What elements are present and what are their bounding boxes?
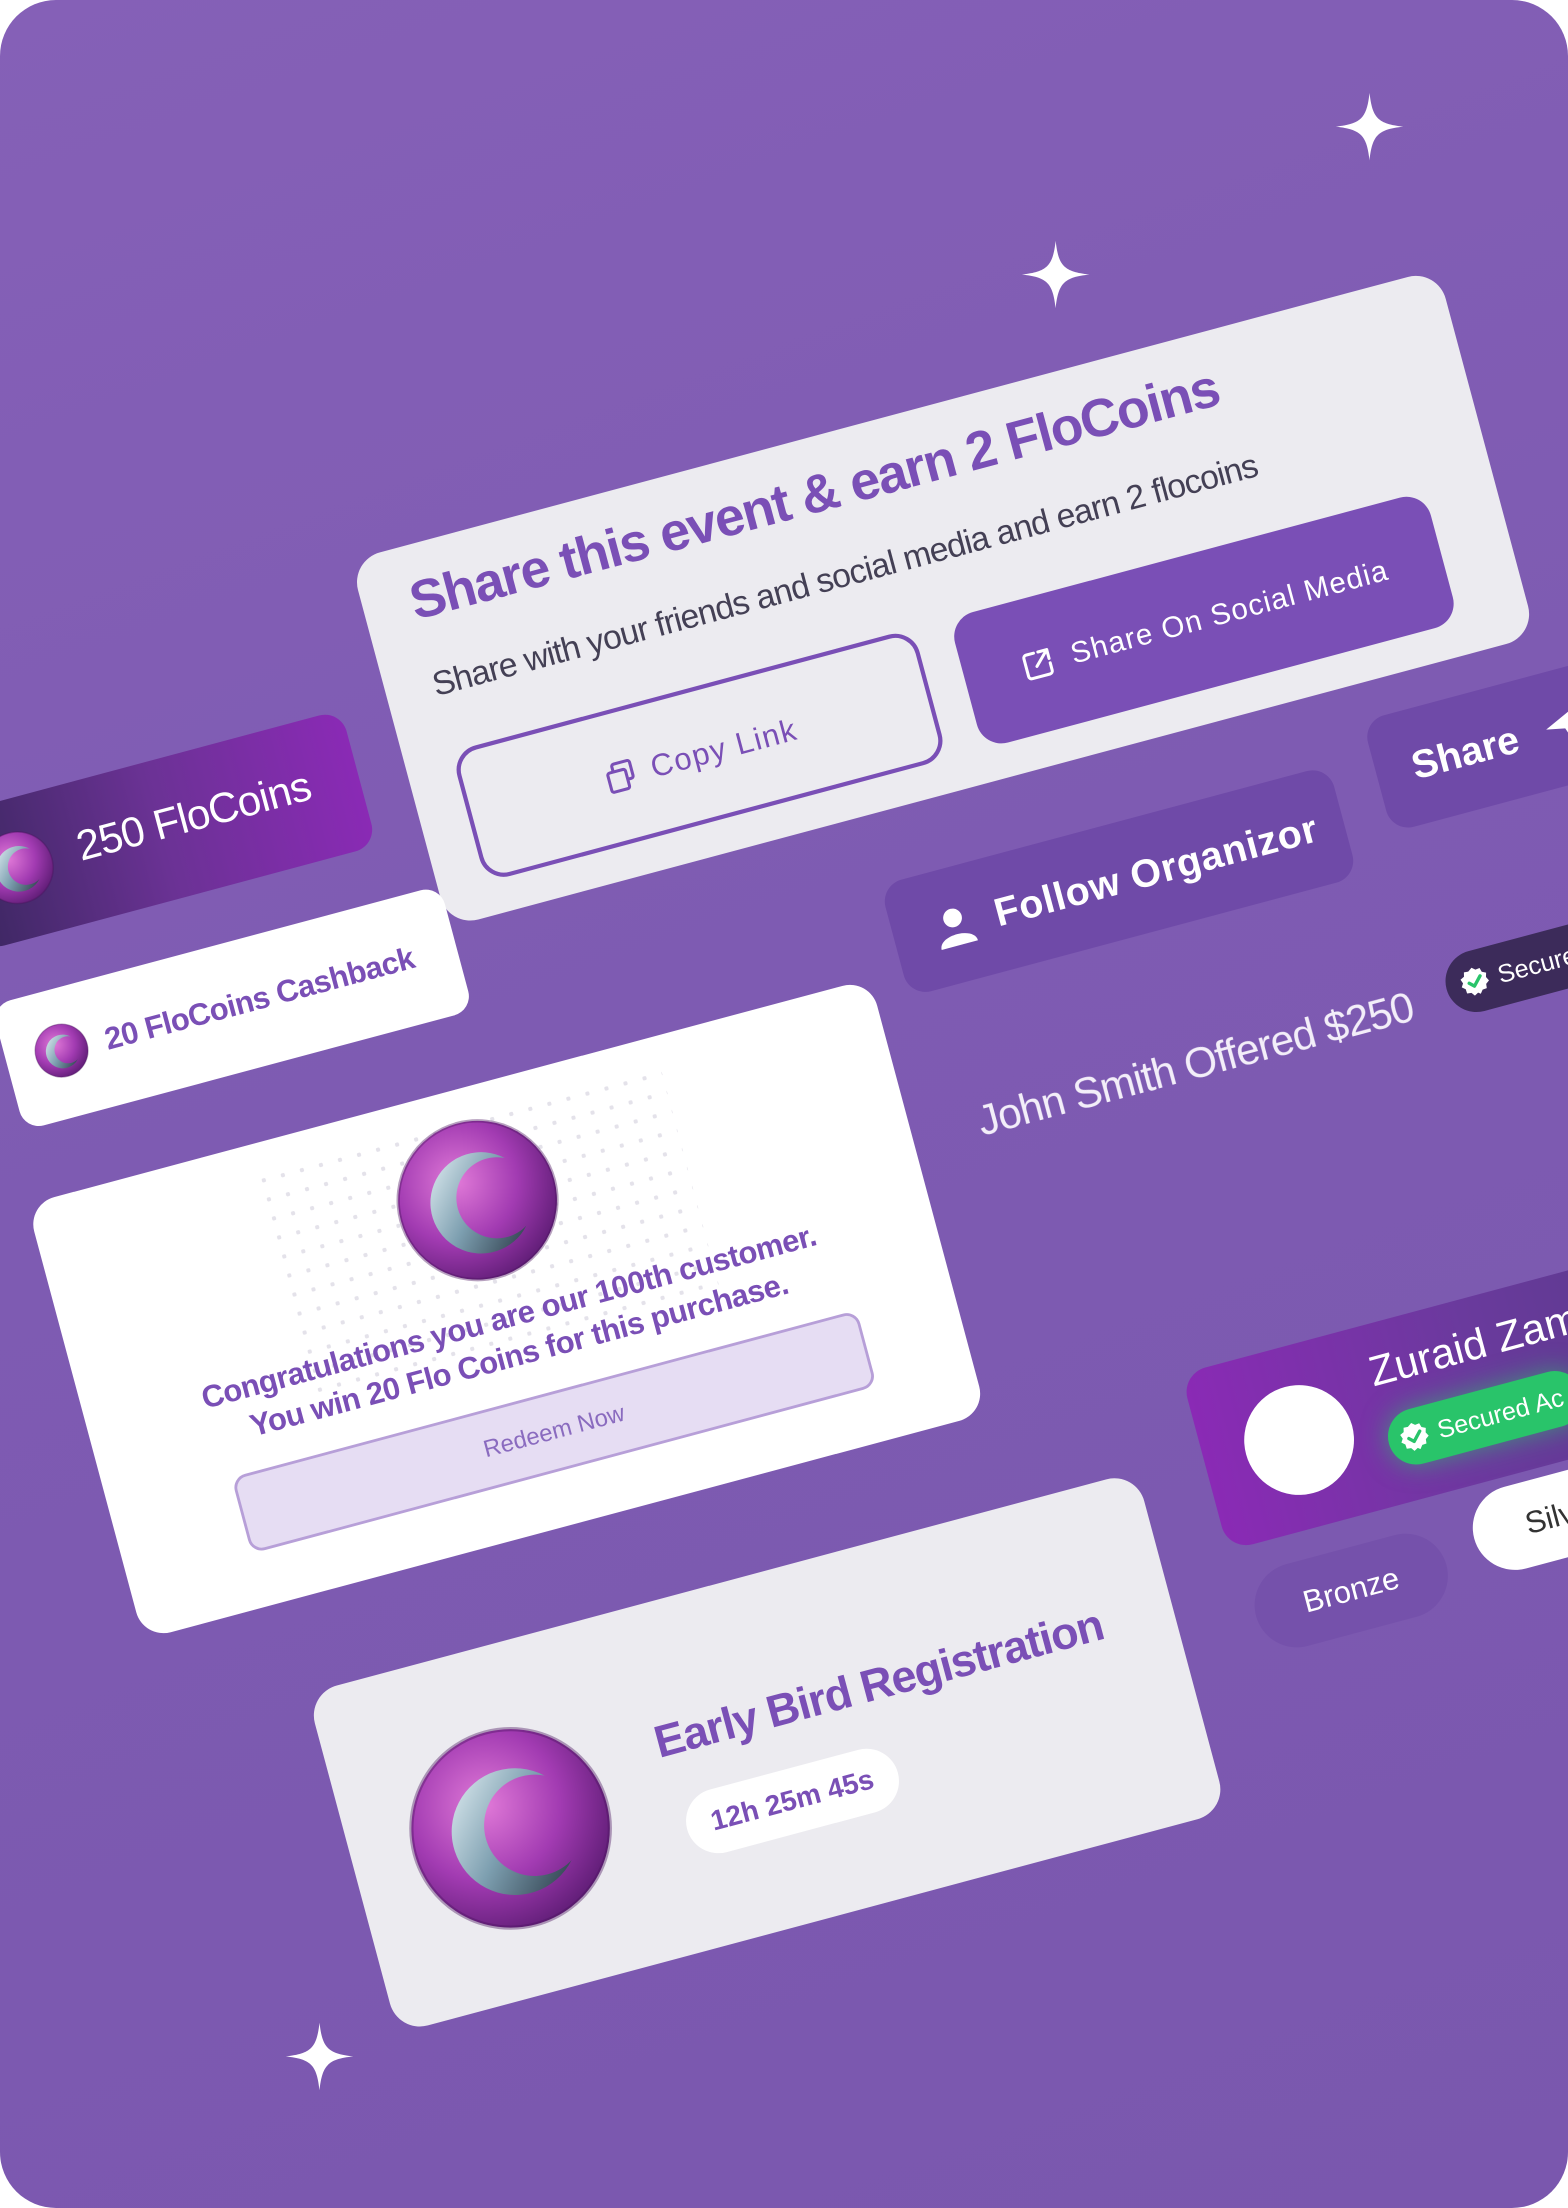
secured-account-label: Secured Ac — [1434, 1382, 1567, 1444]
flocoin-icon — [381, 1699, 640, 1958]
avatar — [1231, 1372, 1367, 1508]
flocoin-balance-pill: 250 FloCoins — [0, 709, 378, 952]
check-badge-icon — [1396, 1418, 1434, 1456]
flocoin-balance: 250 FloCoins — [71, 763, 316, 871]
countdown-timer: 12h 25m 45s — [678, 1741, 907, 1861]
flocoin-icon — [27, 1016, 96, 1085]
share-event-card: Share this event & earn 2 FloCoins Share… — [350, 268, 1537, 928]
early-bird-title: Early Bird Registration — [648, 1598, 1109, 1768]
tier-bronze-chip[interactable]: Bronze — [1245, 1524, 1458, 1657]
offer-text: John Smith Offered $250 — [972, 984, 1419, 1146]
cashback-label: 20 FloCoins Cashback — [100, 940, 419, 1057]
follow-label: Follow Organizor — [989, 806, 1323, 935]
share-social-label: Share On Social Media — [1067, 554, 1392, 671]
user-icon — [927, 898, 982, 953]
copy-link-label: Copy Link — [646, 711, 802, 785]
flocoin-icon — [0, 821, 64, 914]
sparkle-icon — [1334, 91, 1404, 161]
sparkle-icon — [1020, 239, 1090, 309]
follow-organizer-button[interactable]: Follow Organizor — [879, 765, 1359, 997]
share-button[interactable]: Share — [1362, 648, 1568, 833]
sparkle-icon — [284, 2021, 354, 2091]
check-badge-icon — [1456, 962, 1494, 1000]
copy-icon — [598, 754, 643, 799]
send-icon — [1537, 699, 1568, 754]
promo-canvas: Share this event & earn 2 FloCoins Share… — [0, 0, 1568, 2208]
share-label: Share — [1406, 717, 1524, 788]
external-link-icon — [1015, 642, 1060, 687]
secured-badge-label: Secure — [1494, 940, 1568, 989]
secured-badge: Secure — [1438, 900, 1568, 1019]
